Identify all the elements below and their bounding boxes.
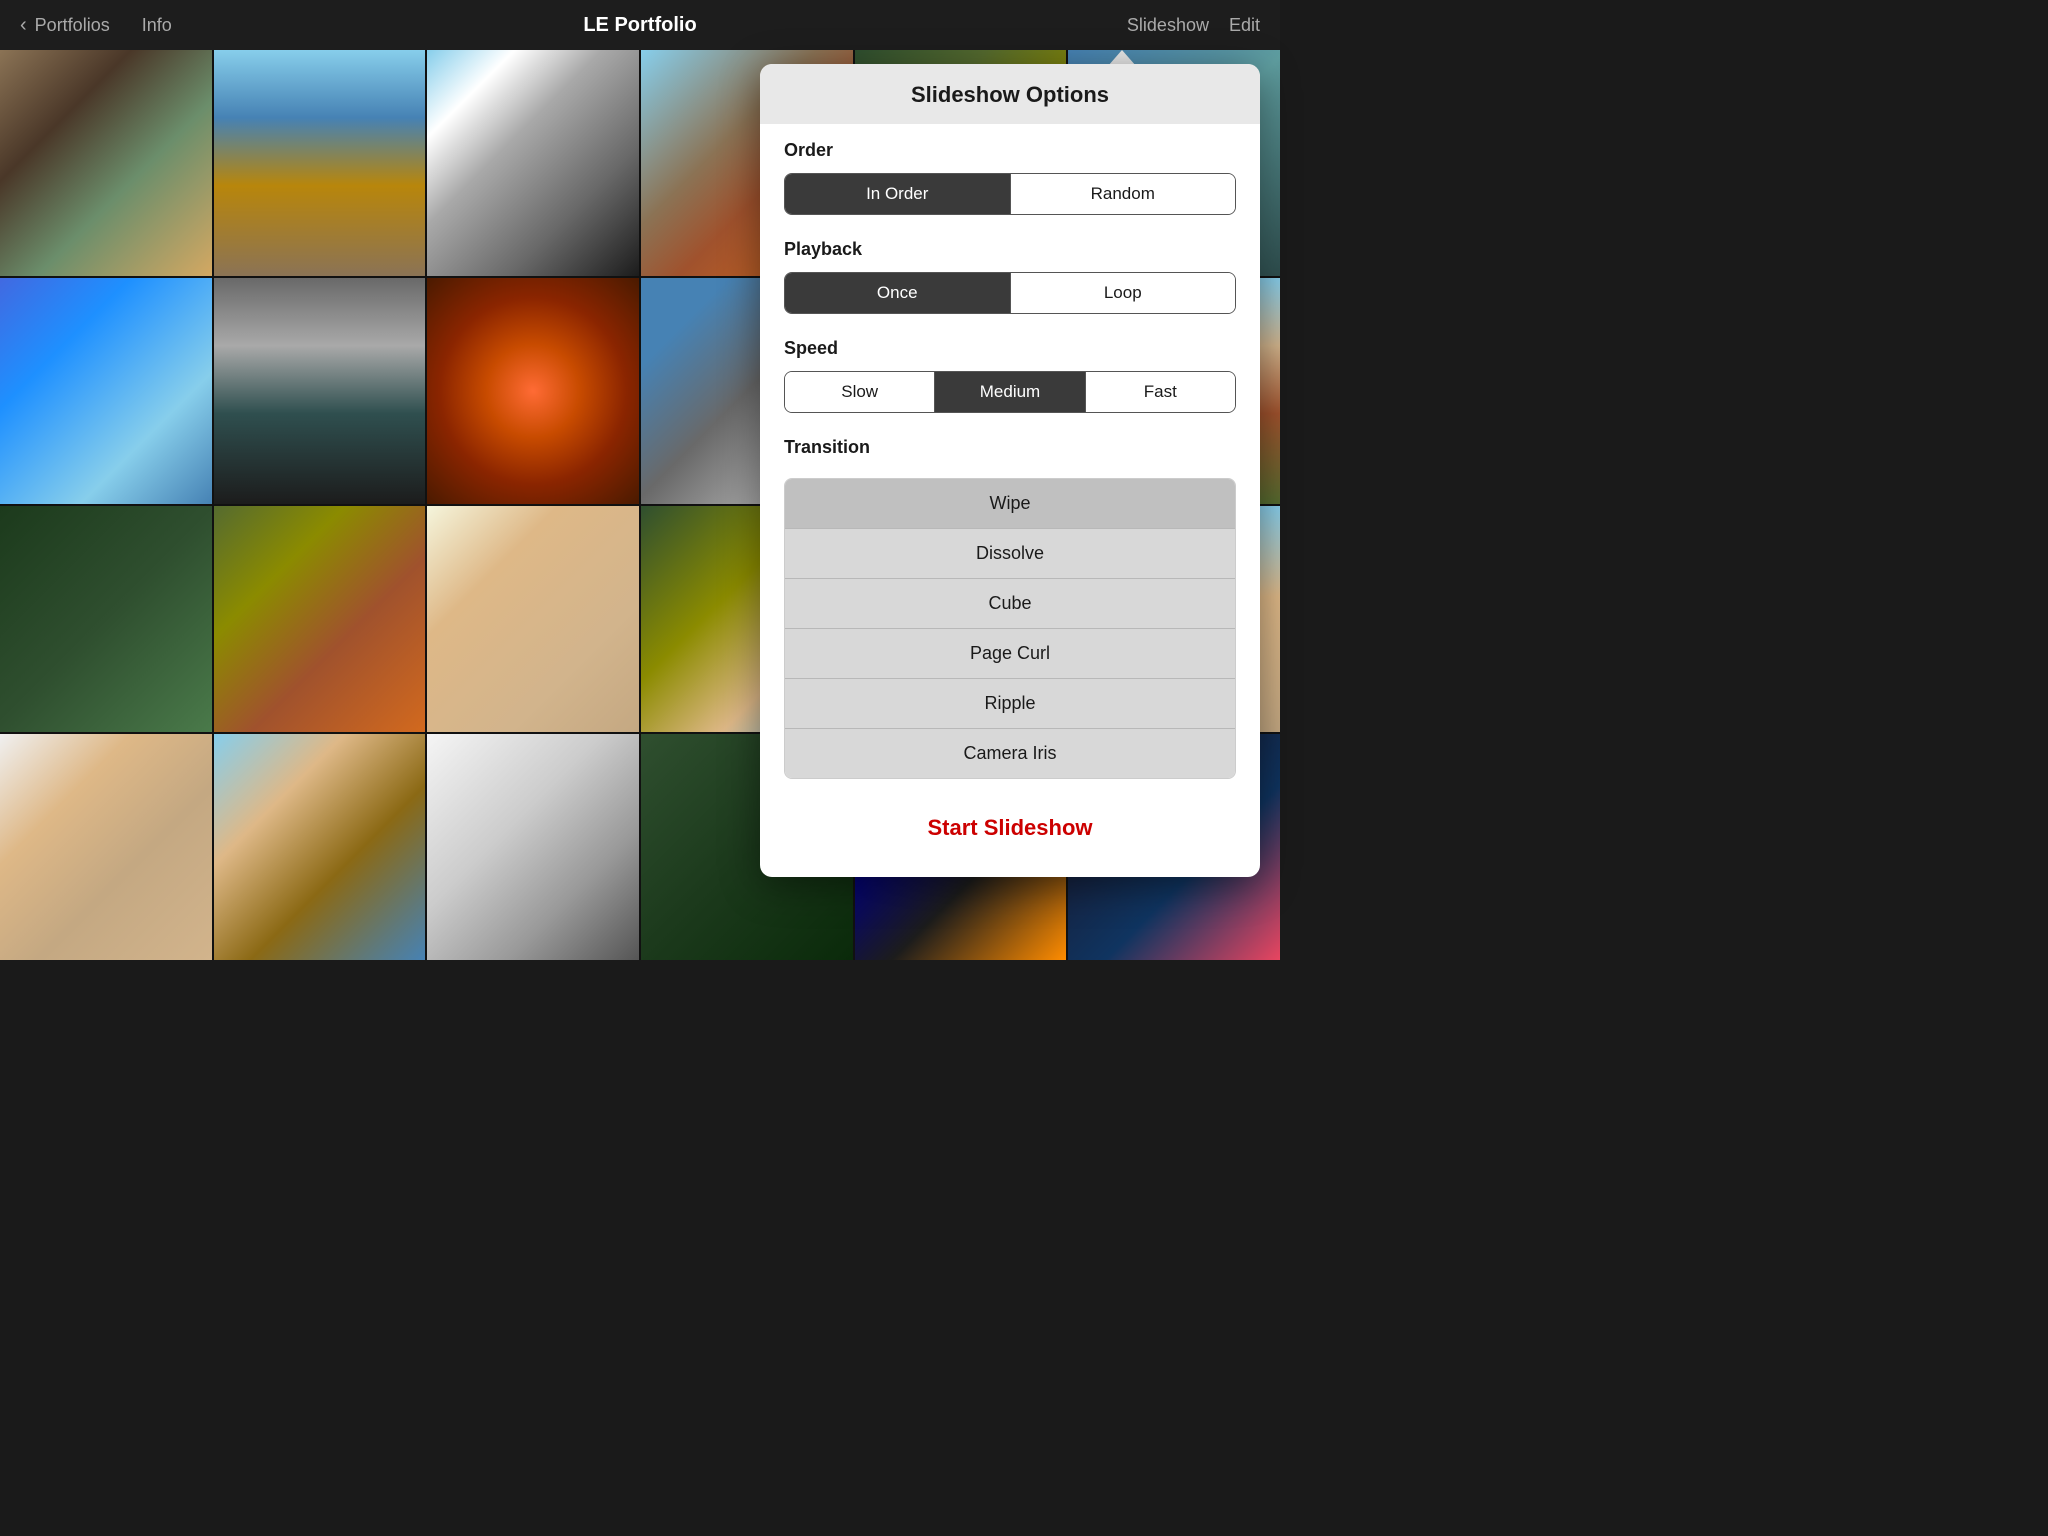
transition-page-curl[interactable]: Page Curl [785, 629, 1235, 679]
page-title: LE Portfolio [583, 14, 696, 37]
info-button[interactable]: Info [142, 15, 172, 36]
nav-left: ‹ Portfolios Info [20, 14, 172, 37]
nav-right: Slideshow Edit [1127, 15, 1260, 36]
playback-label: Playback [784, 239, 1236, 260]
photo-cell[interactable] [0, 50, 212, 276]
back-button[interactable]: Portfolios [35, 15, 110, 36]
speed-label: Speed [784, 338, 1236, 359]
popup-header: Slideshow Options [760, 64, 1260, 124]
speed-slow-button[interactable]: Slow [785, 372, 934, 412]
order-section: Order In Order Random [760, 124, 1260, 223]
photo-cell[interactable] [427, 50, 639, 276]
back-chevron-icon: ‹ [20, 14, 27, 37]
photo-cell[interactable] [0, 734, 212, 960]
transition-dissolve[interactable]: Dissolve [785, 529, 1235, 579]
photo-cell[interactable] [214, 50, 426, 276]
photo-cell[interactable] [214, 506, 426, 732]
photo-cell[interactable] [214, 734, 426, 960]
photo-cell[interactable] [0, 506, 212, 732]
speed-segmented-control: Slow Medium Fast [784, 371, 1236, 413]
transition-camera-iris[interactable]: Camera Iris [785, 729, 1235, 778]
playback-segmented-control: Once Loop [784, 272, 1236, 314]
slideshow-button[interactable]: Slideshow [1127, 15, 1209, 36]
transition-section: Transition [760, 421, 1260, 478]
photo-cell[interactable] [427, 734, 639, 960]
transition-ripple[interactable]: Ripple [785, 679, 1235, 729]
start-slideshow-button[interactable]: Start Slideshow [784, 799, 1236, 857]
speed-fast-button[interactable]: Fast [1085, 372, 1235, 412]
transition-list: Wipe Dissolve Cube Page Curl Ripple Came… [784, 478, 1236, 779]
nav-bar: ‹ Portfolios Info LE Portfolio Slideshow… [0, 0, 1280, 50]
order-label: Order [784, 140, 1236, 161]
photo-cell[interactable] [427, 506, 639, 732]
edit-button[interactable]: Edit [1229, 15, 1260, 36]
order-in-order-button[interactable]: In Order [785, 174, 1010, 214]
order-segmented-control: In Order Random [784, 173, 1236, 215]
transition-label: Transition [784, 437, 1236, 458]
photo-cell[interactable] [427, 278, 639, 504]
transition-cube[interactable]: Cube [785, 579, 1235, 629]
playback-loop-button[interactable]: Loop [1010, 273, 1236, 313]
order-random-button[interactable]: Random [1010, 174, 1236, 214]
transition-wipe[interactable]: Wipe [785, 479, 1235, 529]
playback-once-button[interactable]: Once [785, 273, 1010, 313]
speed-section: Speed Slow Medium Fast [760, 322, 1260, 421]
popup-panel: Slideshow Options Order In Order Random … [760, 64, 1260, 877]
photo-cell[interactable] [214, 278, 426, 504]
speed-medium-button[interactable]: Medium [934, 372, 1084, 412]
photo-cell[interactable] [0, 278, 212, 504]
playback-section: Playback Once Loop [760, 223, 1260, 322]
popup-title: Slideshow Options [911, 82, 1109, 107]
